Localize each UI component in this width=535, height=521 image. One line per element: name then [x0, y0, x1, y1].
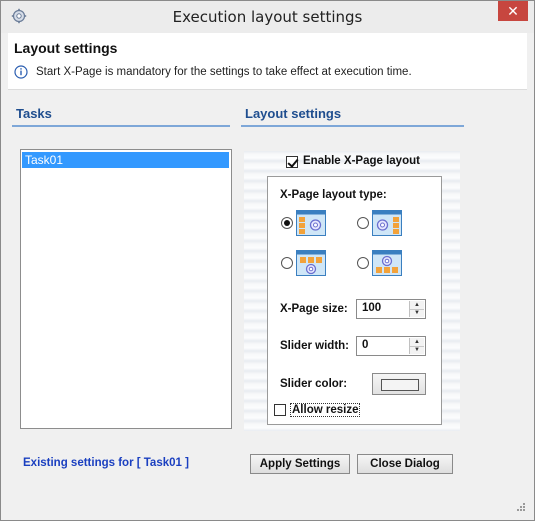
allow-resize-label[interactable]: Allow resize: [290, 403, 361, 417]
window-title: Execution layout settings: [172, 8, 363, 26]
layout-type-label: X-Page layout type:: [280, 189, 387, 201]
info-icon: [14, 65, 28, 79]
spin-down-icon[interactable]: ▼: [410, 346, 424, 354]
header-panel: Layout settings Start X-Page is mandator…: [8, 33, 527, 90]
layout-sidebar-left-icon[interactable]: [296, 210, 326, 236]
close-dialog-button[interactable]: Close Dialog: [357, 454, 453, 474]
layout-type-radio-2[interactable]: [357, 217, 369, 229]
section-divider: [12, 125, 230, 127]
page-size-stepper[interactable]: 100 ▲ ▼: [356, 299, 426, 319]
slider-color-swatch: [381, 379, 419, 391]
close-window-button[interactable]: ✕: [498, 1, 528, 21]
layout-bottom-icon[interactable]: [372, 250, 402, 276]
slider-width-spin-buttons[interactable]: ▲ ▼: [409, 338, 424, 354]
layout-sidebar-right-icon[interactable]: [372, 210, 402, 236]
slider-width-label: Slider width:: [280, 340, 349, 352]
close-icon: ✕: [507, 3, 519, 19]
tasks-section-label: Tasks: [16, 106, 52, 121]
slider-color-button[interactable]: [372, 373, 426, 395]
resize-grip-icon[interactable]: [515, 501, 525, 511]
dialog-content: Layout settings Start X-Page is mandator…: [8, 33, 527, 513]
list-item-task01[interactable]: Task01: [22, 152, 229, 168]
spin-down-icon[interactable]: ▼: [410, 309, 424, 317]
page-size-value[interactable]: 100: [362, 302, 381, 314]
slider-width-stepper[interactable]: 0 ▲ ▼: [356, 336, 426, 356]
header-title: Layout settings: [14, 40, 118, 56]
xpage-settings-box: X-Page layout type: X-Page size: 100 ▲ ▼…: [267, 176, 442, 425]
enable-xpage-label: Enable X-Page layout: [303, 155, 420, 167]
info-message: Start X-Page is mandatory for the settin…: [36, 66, 412, 78]
existing-settings-text: Existing settings for [ Task01 ]: [23, 457, 189, 469]
layout-type-radio-3[interactable]: [281, 257, 293, 269]
dialog-window: Execution layout settings ✕ Layout setti…: [0, 0, 535, 521]
tasks-section-header: Tasks: [12, 101, 230, 127]
layout-type-radio-4[interactable]: [357, 257, 369, 269]
layout-top-icon[interactable]: [296, 250, 326, 276]
page-size-label: X-Page size:: [280, 303, 348, 315]
slider-color-label: Slider color:: [280, 378, 348, 390]
layout-section-header: Layout settings: [241, 101, 464, 127]
allow-resize-checkbox[interactable]: [274, 404, 286, 416]
layout-section-label: Layout settings: [245, 106, 342, 121]
section-divider: [241, 125, 464, 127]
tasks-list[interactable]: Task01: [20, 149, 232, 429]
page-size-spin-buttons[interactable]: ▲ ▼: [409, 301, 424, 317]
slider-width-value[interactable]: 0: [362, 339, 368, 351]
enable-xpage-checkbox[interactable]: [286, 156, 298, 168]
title-bar[interactable]: Execution layout settings ✕: [1, 1, 534, 33]
layout-type-radio-1[interactable]: [281, 217, 293, 229]
apply-settings-button[interactable]: Apply Settings: [250, 454, 350, 474]
